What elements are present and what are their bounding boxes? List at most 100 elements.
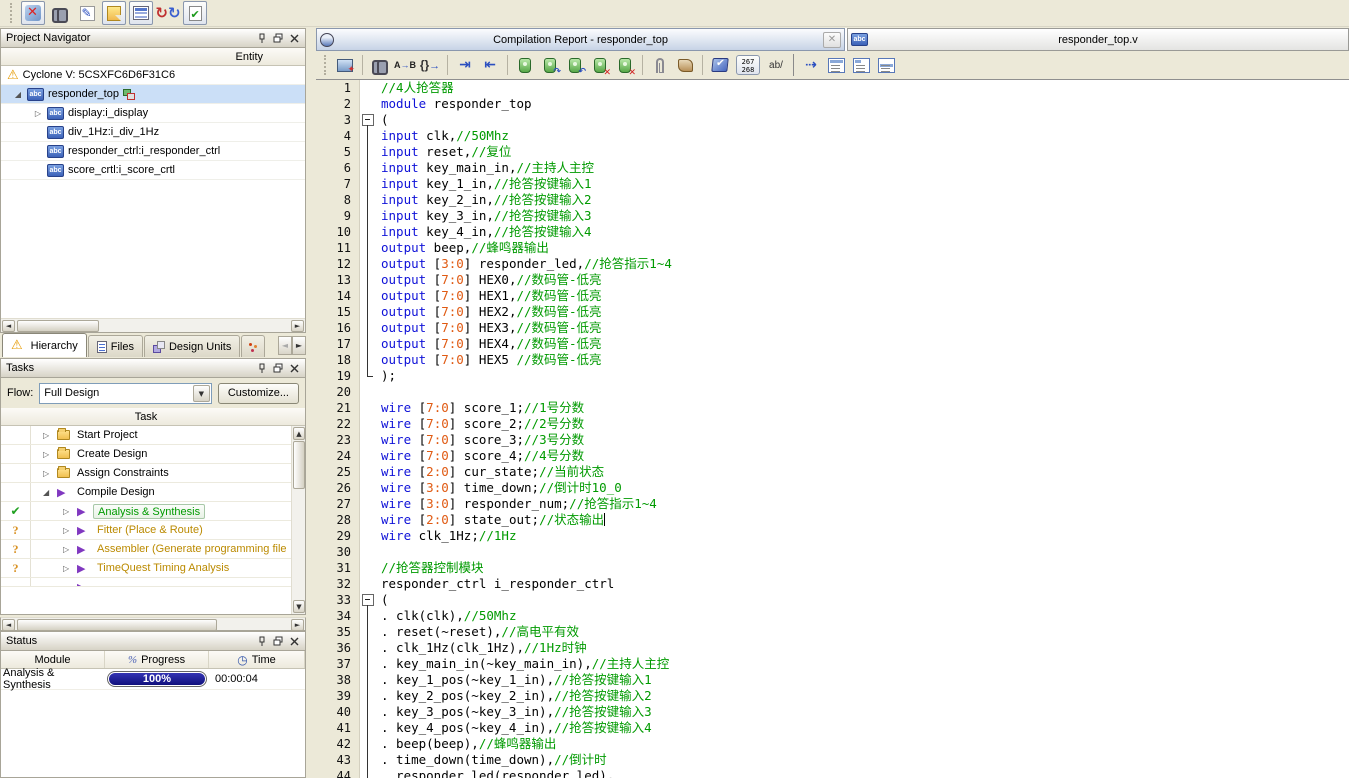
code-text[interactable]: output [7:0] HEX0,//数码管-低亮 [376, 272, 602, 288]
macro-icon[interactable] [674, 54, 696, 76]
template-icon[interactable] [850, 54, 872, 76]
scroll-down-icon[interactable]: ▼ [293, 600, 305, 613]
matching-brace-icon[interactable]: {}→ [419, 54, 441, 76]
code-line[interactable]: 4input clk,//50Mhz [316, 128, 1349, 144]
progress-column-header[interactable]: %Progress [105, 651, 209, 668]
code-line[interactable]: 15output [7:0] HEX2,//数码管-低亮 [316, 304, 1349, 320]
code-text[interactable]: wire [3:0] time_down;//倒计时10_0 [376, 480, 622, 496]
pin-icon[interactable] [254, 361, 270, 375]
tab-scroll-right-icon[interactable]: ► [292, 336, 306, 355]
code-line[interactable]: 3( [316, 112, 1349, 128]
code-line[interactable]: 36. clk_1Hz(clk_1Hz),//1Hz时钟 [316, 640, 1349, 656]
expanded-arrow-icon[interactable]: ◢ [43, 488, 49, 497]
code-text[interactable]: ( [376, 592, 389, 608]
fold-toggle-icon[interactable] [360, 592, 376, 608]
code-line[interactable]: 41. key_4_pos(~key_4_in),//抢答按键输入4 [316, 720, 1349, 736]
bookmark-delete-all-icon[interactable]: ✕ [614, 54, 636, 76]
collapsed-arrow-icon[interactable]: ▷ [63, 526, 69, 535]
code-line[interactable]: 25wire [2:0] cur_state;//当前状态 [316, 464, 1349, 480]
customize-button[interactable]: Customize... [218, 383, 299, 404]
collapsed-arrow-icon[interactable]: ▷ [43, 450, 49, 459]
bookmark-delete-icon[interactable]: ✕ [589, 54, 611, 76]
code-line[interactable]: 16output [7:0] HEX3,//数码管-低亮 [316, 320, 1349, 336]
code-text[interactable]: wire [7:0] score_4;//4号分数 [376, 448, 584, 464]
code-text[interactable]: wire clk_1Hz;//1Hz [376, 528, 516, 544]
code-text[interactable]: input key_main_in,//主持人主控 [376, 160, 594, 176]
code-text[interactable]: . key_4_pos(~key_4_in),//抢答按键输入4 [376, 720, 652, 736]
code-line[interactable]: 20 [316, 384, 1349, 400]
code-line[interactable]: 2module responder_top [316, 96, 1349, 112]
status-panel-toggle-icon[interactable] [129, 1, 153, 25]
scroll-left-icon[interactable]: ◄ [2, 619, 15, 631]
code-text[interactable]: . responder_led(responder_led), [376, 768, 614, 778]
code-text[interactable]: ( [376, 112, 389, 128]
code-text[interactable] [376, 544, 381, 560]
code-text[interactable]: output [7:0] HEX4,//数码管-低亮 [376, 336, 602, 352]
code-text[interactable]: //4人抢答器 [376, 80, 454, 96]
code-line[interactable]: 9input key_3_in,//抢答按键输入3 [316, 208, 1349, 224]
code-line[interactable]: 24wire [7:0] score_4;//4号分数 [316, 448, 1349, 464]
code-line[interactable]: 30 [316, 544, 1349, 560]
tree-item[interactable]: abcresponder_ctrl:i_responder_ctrl [1, 142, 305, 161]
float-icon[interactable] [270, 361, 286, 375]
code-text[interactable]: . beep(beep),//蜂鸣器输出 [376, 736, 556, 752]
code-line[interactable]: 8input key_2_in,//抢答按键输入2 [316, 192, 1349, 208]
collapsed-arrow-icon[interactable]: ▷ [63, 564, 69, 573]
tab-design-units[interactable]: Design Units [144, 335, 240, 357]
close-icon[interactable] [286, 361, 302, 375]
close-icon[interactable]: ✕ [823, 32, 841, 48]
code-text[interactable]: input key_4_in,//抢答按键输入4 [376, 224, 591, 240]
tab-hierarchy[interactable]: ⚠Hierarchy [2, 333, 87, 357]
tree-item[interactable]: abcdiv_1Hz:i_div_1Hz [1, 123, 305, 142]
scroll-thumb[interactable] [17, 320, 99, 332]
scroll-left-icon[interactable]: ◄ [2, 320, 15, 332]
scroll-right-icon[interactable]: ► [291, 320, 304, 332]
collapsed-arrow-icon[interactable]: ▷ [33, 109, 43, 118]
compilation-report-titlebar[interactable]: Compilation Report - responder_top ✕ [316, 28, 845, 51]
goto-icon[interactable]: ⇢ [800, 54, 822, 76]
task-row[interactable]: ▶ [1, 578, 291, 587]
close-icon[interactable] [286, 31, 302, 45]
comment-icon[interactable] [825, 54, 847, 76]
project-navigator-hscrollbar[interactable]: ◄ ► [1, 318, 305, 332]
pin-icon[interactable] [254, 31, 270, 45]
code-line[interactable]: 13output [7:0] HEX0,//数码管-低亮 [316, 272, 1349, 288]
close-icon[interactable] [286, 634, 302, 648]
collapsed-arrow-icon[interactable]: ▷ [43, 469, 49, 478]
code-text[interactable]: wire [7:0] score_2;//2号分数 [376, 416, 584, 432]
code-line[interactable]: 40. key_3_pos(~key_3_in),//抢答按键输入3 [316, 704, 1349, 720]
line-numbers-icon[interactable]: 267268 [734, 54, 762, 76]
code-text[interactable]: wire [7:0] score_1;//1号分数 [376, 400, 584, 416]
code-text[interactable]: . time_down(time_down),//倒计时 [376, 752, 607, 768]
code-editor[interactable]: 1//4人抢答器2module responder_top3(4input cl… [316, 80, 1349, 778]
bookmark-prev-icon[interactable]: ↶ [564, 54, 586, 76]
float-icon[interactable] [270, 634, 286, 648]
outline-icon[interactable] [875, 54, 897, 76]
code-line[interactable]: 38. key_1_pos(~key_1_in),//抢答按键输入1 [316, 672, 1349, 688]
code-line[interactable]: 1//4人抢答器 [316, 80, 1349, 96]
code-text[interactable]: . reset(~reset),//高电平有效 [376, 624, 579, 640]
tree-item[interactable]: ⚠Cyclone V: 5CSXFC6D6F31C6 [1, 66, 305, 85]
code-text[interactable]: //抢答器控制模块 [376, 560, 484, 576]
bookmark-next-icon[interactable]: ↷ [539, 54, 561, 76]
task-label[interactable]: Start Project [73, 428, 142, 443]
task-label[interactable]: Analysis & Synthesis [93, 504, 205, 519]
code-line[interactable]: 43. time_down(time_down),//倒计时 [316, 752, 1349, 768]
float-icon[interactable] [270, 31, 286, 45]
task-label[interactable] [93, 580, 101, 587]
module-column-header[interactable]: Module [1, 651, 105, 668]
code-text[interactable]: output [7:0] HEX5 //数码管-低亮 [376, 352, 602, 368]
code-text[interactable]: wire [2:0] cur_state;//当前状态 [376, 464, 604, 480]
tab-files[interactable]: Files [88, 335, 143, 357]
code-line[interactable]: 37. key_main_in(~key_main_in),//主持人主控 [316, 656, 1349, 672]
code-text[interactable]: module responder_top [376, 96, 532, 112]
code-line[interactable]: 6input key_main_in,//主持人主控 [316, 160, 1349, 176]
code-line[interactable]: 7input key_1_in,//抢答按键输入1 [316, 176, 1349, 192]
project-navigator-toggle-icon[interactable] [21, 1, 45, 25]
chevron-down-icon[interactable]: ▼ [193, 385, 210, 402]
pin-icon[interactable] [254, 634, 270, 648]
code-line[interactable]: 27wire [3:0] responder_num;//抢答指示1~4 [316, 496, 1349, 512]
open-in-window-icon[interactable] [334, 54, 356, 76]
code-text[interactable]: . key_main_in(~key_main_in),//主持人主控 [376, 656, 669, 672]
edit-icon[interactable] [75, 1, 99, 25]
